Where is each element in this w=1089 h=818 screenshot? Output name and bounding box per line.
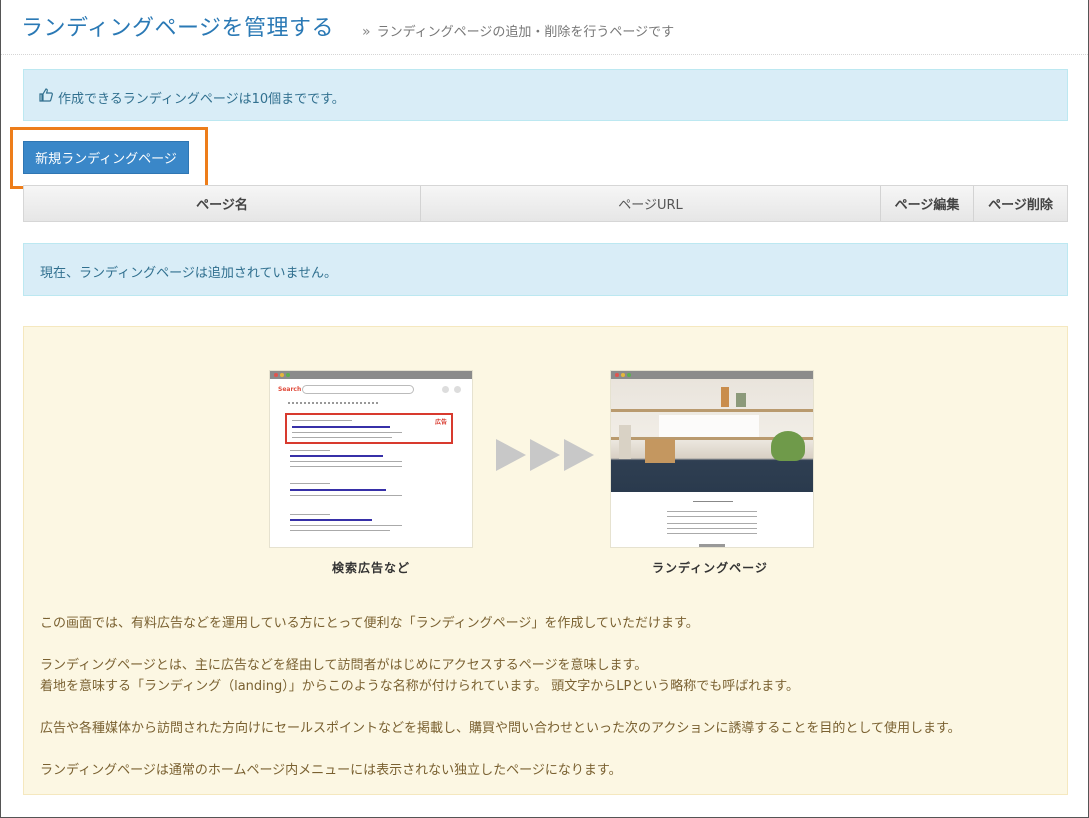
window-dot — [280, 373, 284, 377]
circle-button-icon — [454, 386, 461, 393]
subtitle-text: ランディングページの追加・削除を行うページです — [376, 25, 675, 40]
page-header: ランディングページを管理する » ランディングページの追加・削除を行うページです — [1, 0, 1088, 55]
limit-info-text: 作成できるランディングページは10個までです。 — [58, 92, 345, 107]
explanation-paragraph: ランディングページとは、主に広告などを経由して訪問者がはじめにアクセスするページ… — [40, 658, 648, 673]
explanation-paragraph: ランディングページは通常のホームページ内メニューには表示されない独立したページに… — [40, 763, 622, 778]
window-titlebar — [611, 371, 813, 379]
explanation-paragraph: 着地を意味する「ランディング（landing）」からこのような名称が付けられてい… — [40, 679, 799, 694]
new-landing-page-button[interactable]: 新規ランディングページ — [23, 141, 189, 174]
explanation-paragraph: この画面では、有料広告などを運用している方にとって便利な「ランディングページ」を… — [40, 616, 699, 631]
page-subtitle: » ランディングページの追加・削除を行うページです — [362, 21, 674, 40]
window-dot — [615, 373, 619, 377]
window-titlebar — [270, 371, 472, 379]
column-page-edit: ページ編集 — [881, 186, 974, 221]
window-dot — [286, 373, 290, 377]
column-page-url: ページURL — [421, 186, 881, 221]
empty-state-alert: 現在、ランディングページは追加されていません。 — [23, 243, 1068, 296]
page-title: ランディングページを管理する — [21, 16, 335, 41]
arrow-right-icon — [530, 439, 560, 471]
explanation-panel: Search 広告 検索広告など ランディングページ この画面では、有料広告など… — [23, 326, 1068, 795]
ad-result-box: 広告 — [285, 413, 453, 444]
window-dot — [621, 373, 625, 377]
column-page-name: ページ名 — [24, 186, 421, 221]
result-tabs — [288, 402, 378, 404]
subtitle-separator: » — [362, 24, 371, 40]
arrow-right-icon — [496, 439, 526, 471]
window-dot — [274, 373, 278, 377]
column-page-delete: ページ削除 — [988, 198, 1053, 213]
arrow-right-icon — [564, 439, 594, 471]
landing-page-illustration — [611, 371, 813, 547]
search-logo: Search — [278, 386, 302, 393]
window-dot — [627, 373, 631, 377]
kitchen-hero-image — [611, 379, 813, 492]
search-ad-caption: 検索広告など — [332, 561, 411, 575]
empty-state-text: 現在、ランディングページは追加されていません。 — [40, 266, 338, 281]
landing-page-caption: ランディングページ — [652, 561, 768, 575]
hand-pointing-icon — [39, 88, 53, 102]
limit-info-alert: 作成できるランディングページは10個までです。 — [23, 69, 1068, 121]
circle-button-icon — [442, 386, 449, 393]
ad-badge: 広告 — [434, 419, 447, 426]
explanation-paragraph: 広告や各種媒体から訪問された方向けにセールスポイントなどを掲載し、購買や問い合わ… — [40, 721, 961, 736]
search-bar — [302, 385, 414, 394]
landing-pages-table-header: ページ名 ページURL ページ編集 ページ削除 — [23, 185, 1068, 222]
search-ad-illustration: Search 広告 — [270, 371, 472, 547]
